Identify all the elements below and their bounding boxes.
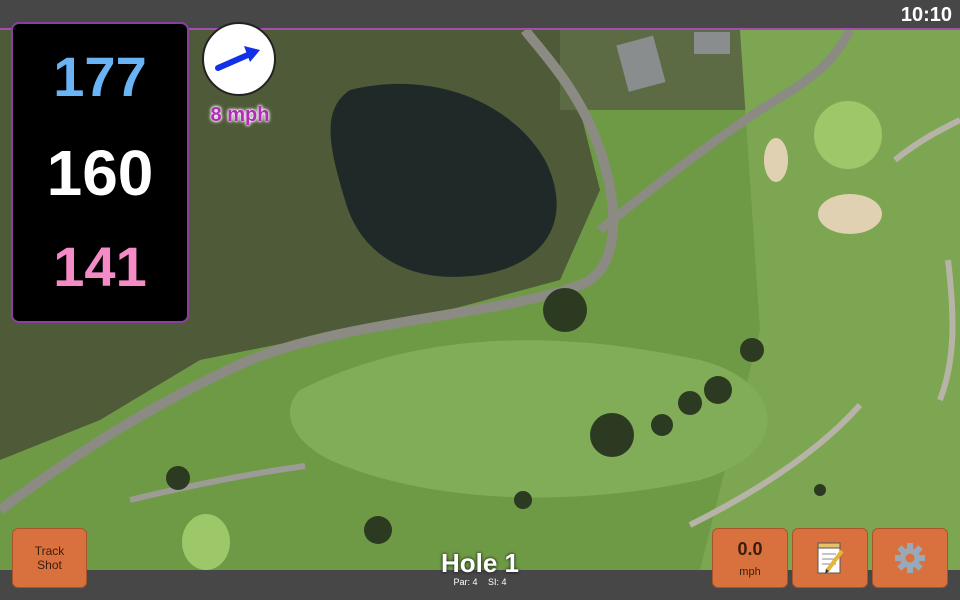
notepad-icon	[817, 542, 844, 574]
track-shot-label: Track Shot	[34, 544, 65, 572]
clock: 10:10	[900, 4, 952, 26]
front-distance: 141	[53, 235, 147, 298]
par-label: Par: 4	[453, 577, 478, 587]
track-shot-button[interactable]: Track Shot	[12, 528, 87, 588]
wind-arrow-icon	[215, 46, 260, 71]
back-distance: 177	[53, 45, 147, 108]
middle-distance: 160	[46, 137, 154, 209]
wind-speed-label: 8 mph	[210, 104, 270, 126]
hole-title: Hole 1	[440, 548, 520, 578]
speed-unit: mph	[739, 565, 761, 578]
notes-button[interactable]	[792, 528, 868, 588]
gear-icon	[895, 543, 925, 573]
distance-panel: 177 160 141	[11, 22, 189, 323]
settings-button[interactable]	[872, 528, 948, 588]
wind-indicator	[202, 22, 276, 96]
speed-button[interactable]: 0.0 mph	[712, 528, 788, 588]
stroke-index-label: SI: 4	[488, 577, 507, 587]
hole-info: Par: 4 SI: 4	[380, 577, 580, 587]
speed-value: 0.0	[737, 538, 763, 559]
